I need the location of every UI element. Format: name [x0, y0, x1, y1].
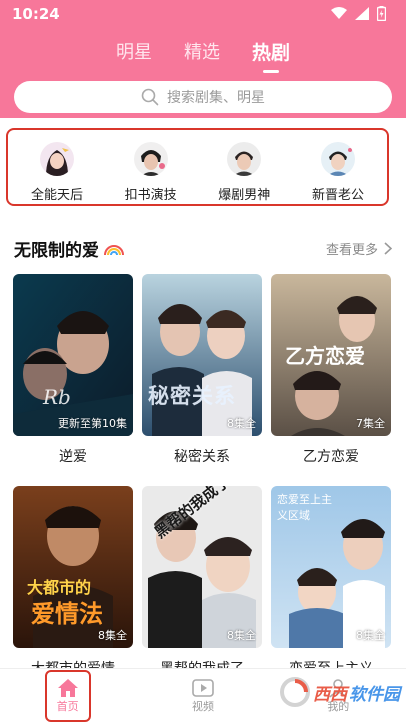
category-row: 全能天后 扣书演技 爆剧男神 新晋老公	[6, 128, 389, 206]
nav-label: 首页	[56, 699, 79, 713]
nav-video[interactable]: 视频	[135, 669, 270, 722]
avatar	[40, 142, 74, 176]
status-time: 10:24	[12, 5, 60, 23]
search-placeholder: 搜索剧集、明星	[167, 90, 265, 106]
category-item-hot-actor[interactable]: 爆剧男神	[199, 130, 289, 204]
drama-title: 乙方恋爱	[303, 449, 359, 465]
rainbow-icon	[104, 244, 124, 255]
poster-image: 秘密关系 8集全	[142, 274, 262, 436]
poster-title-text: 秘密关系	[148, 384, 236, 408]
category-item-queen[interactable]: 全能天后	[12, 130, 102, 204]
poster-title-text: 恋爱至上主义区域	[277, 493, 332, 522]
top-tabs: 明星 精选 热剧	[0, 38, 406, 73]
wifi-icon	[331, 7, 347, 19]
drama-card[interactable]: 大都市的 爱情法 8集全 大都市的爱情	[13, 486, 133, 678]
episode-badge: 8集全	[227, 417, 256, 430]
see-more-label: 查看更多	[325, 243, 378, 258]
poster-image: 乙方恋爱 7集全	[271, 274, 391, 436]
search-input[interactable]: 搜索剧集、明星	[14, 81, 392, 113]
episode-badge: 8集全	[98, 629, 127, 642]
drama-card[interactable]: 秘密关系 8集全 秘密关系	[142, 274, 262, 466]
search-icon	[141, 88, 159, 106]
status-bar: 10:24	[0, 0, 406, 28]
watermark-logo-icon	[280, 677, 310, 707]
nav-home-highlight: 首页	[44, 669, 91, 722]
header: 10:24 明星 精选 热剧 搜索剧集、明星	[0, 0, 406, 118]
episode-badge: 更新至第10集	[58, 417, 127, 430]
category-label: 全能天后	[30, 188, 83, 203]
watermark-text: 软件园	[349, 684, 400, 705]
section-title-text: 无限制的爱	[14, 241, 99, 261]
chevron-right-icon	[384, 242, 392, 255]
episode-badge: 8集全	[227, 629, 256, 642]
battery-icon	[377, 6, 386, 21]
drama-card[interactable]: 黑帮的我成了高中生 8集全 黑帮的我成了	[142, 486, 262, 678]
poster-image: 大都市的 爱情法 8集全	[13, 486, 133, 648]
tab-featured[interactable]: 精选	[180, 38, 224, 65]
see-more-link[interactable]: 查看更多	[326, 239, 392, 258]
drama-card[interactable]: 恋爱至上主义区域 8集全 恋爱至上主义	[271, 486, 391, 678]
poster-image: Rb 更新至第10集	[13, 274, 133, 436]
video-icon	[192, 678, 214, 697]
category-item-acting[interactable]: 扣书演技	[106, 130, 196, 204]
svg-text:Rb: Rb	[42, 385, 71, 409]
category-label: 爆剧男神	[218, 188, 271, 203]
category-label: 扣书演技	[124, 188, 177, 203]
avatar	[320, 142, 355, 176]
category-label: 新晋老公	[311, 188, 364, 203]
tab-hot-dramas[interactable]: 热剧	[248, 38, 294, 73]
drama-card[interactable]: Rb 更新至第10集 逆爱	[13, 274, 133, 466]
drama-title: 逆爱	[59, 449, 87, 465]
nav-home[interactable]: 首页	[0, 669, 135, 722]
avatar	[133, 142, 168, 176]
drama-card[interactable]: 乙方恋爱 7集全 乙方恋爱	[271, 274, 391, 466]
category-item-new-husband[interactable]: 新晋老公	[293, 130, 383, 204]
drama-title: 秘密关系	[174, 449, 230, 465]
poster-title-text: 乙方恋爱	[285, 344, 365, 368]
site-watermark: 西西 软件园	[279, 676, 400, 708]
avatar	[227, 142, 262, 176]
episode-badge: 8集全	[356, 629, 385, 642]
section-title: 无限制的爱	[14, 236, 125, 261]
watermark-text: 西西	[313, 684, 347, 705]
signal-icon	[355, 7, 369, 20]
home-icon	[57, 678, 78, 697]
nav-label: 视频	[191, 699, 214, 713]
status-icons	[331, 6, 386, 21]
poster-image: 恋爱至上主义区域 8集全	[271, 486, 391, 648]
poster-title-text: 爱情法	[31, 600, 103, 628]
episode-badge: 7集全	[356, 417, 385, 430]
tab-stars[interactable]: 明星	[112, 38, 156, 65]
poster-image: 黑帮的我成了高中生 8集全	[142, 486, 262, 648]
